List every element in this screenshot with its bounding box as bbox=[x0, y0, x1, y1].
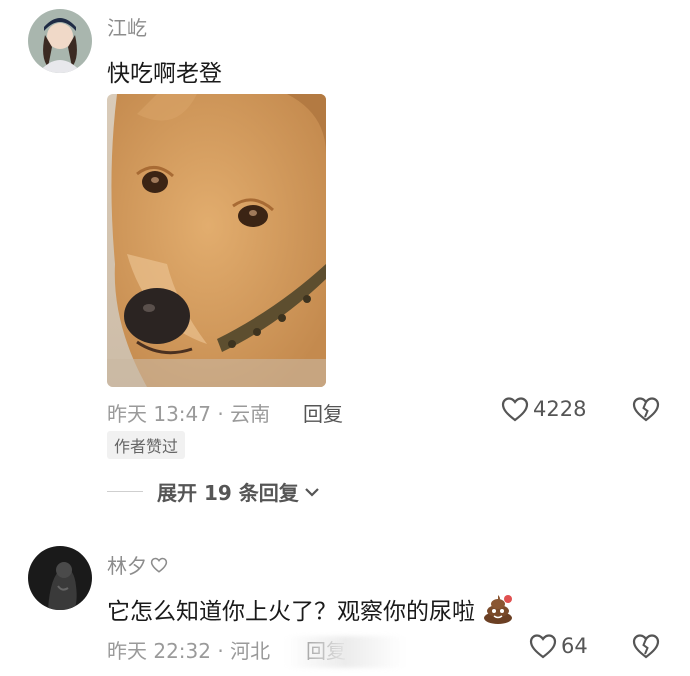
like-count: 64 bbox=[561, 634, 588, 658]
dislike-button[interactable] bbox=[632, 633, 660, 663]
heart-outline-icon bbox=[501, 397, 529, 422]
chevron-down-icon bbox=[304, 487, 319, 497]
dog-photo[interactable] bbox=[107, 94, 326, 387]
divider-line bbox=[107, 491, 143, 492]
like-button[interactable]: 64 bbox=[529, 633, 588, 659]
expand-replies-button[interactable]: 展开 19 条回复 bbox=[107, 477, 321, 506]
avatar[interactable] bbox=[28, 546, 92, 610]
username-text: 林夕 bbox=[107, 554, 147, 578]
comment-text: 它怎么知道你上火了？观察你的尿啦 bbox=[107, 592, 514, 626]
small-heart-icon bbox=[150, 557, 168, 573]
like-button[interactable]: 4228 bbox=[501, 396, 586, 422]
heart-outline-icon bbox=[529, 634, 557, 659]
timestamp-location: 昨天 22:32 · 河北 bbox=[107, 639, 271, 663]
watermark-overlay bbox=[285, 636, 405, 668]
comment-text-body: 它怎么知道你上火了？观察你的尿啦 bbox=[107, 599, 475, 625]
author-liked-badge: 作者赞过 bbox=[107, 431, 186, 459]
reply-button[interactable]: 回复 bbox=[303, 398, 343, 427]
timestamp-location: 昨天 13:47 · 云南 bbox=[107, 402, 271, 426]
expand-replies-label: 展开 19 条回复 bbox=[157, 481, 299, 505]
poop-emoji bbox=[484, 595, 513, 624]
broken-heart-icon bbox=[632, 634, 660, 659]
dislike-button[interactable] bbox=[632, 396, 660, 426]
like-count: 4228 bbox=[533, 397, 587, 421]
username[interactable]: 江屹 bbox=[107, 12, 147, 41]
comment-text: 快吃啊老登 bbox=[107, 61, 222, 87]
avatar[interactable] bbox=[28, 9, 92, 73]
username[interactable]: 林夕 bbox=[107, 550, 168, 579]
broken-heart-icon bbox=[632, 397, 660, 422]
